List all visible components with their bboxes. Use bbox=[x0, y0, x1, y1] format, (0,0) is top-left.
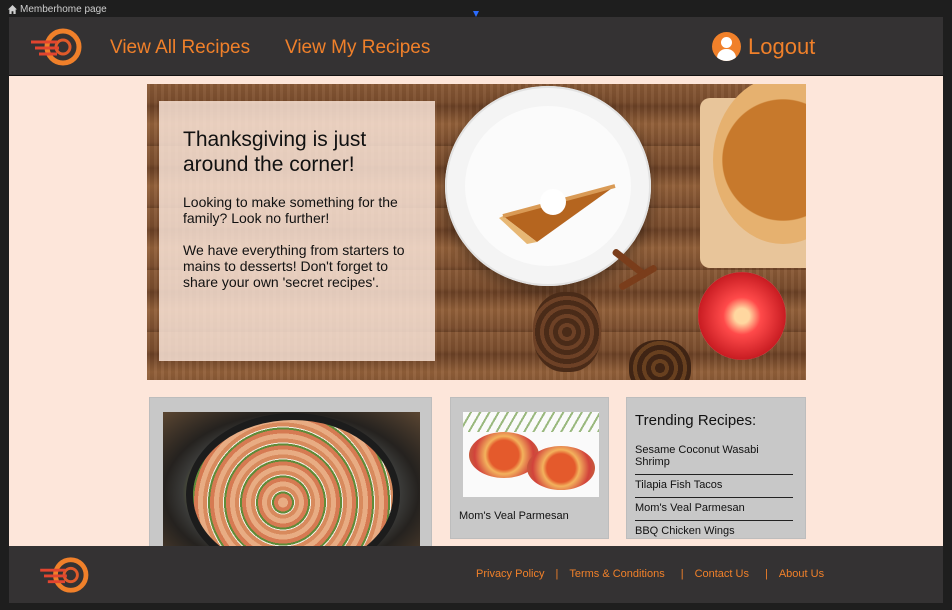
breadcrumb: Memberhome page bbox=[8, 4, 107, 15]
footer-link-contact[interactable]: Contact Us bbox=[695, 568, 749, 580]
hero-banner: Thanksgiving is just around the corner! … bbox=[147, 84, 806, 380]
user-icon bbox=[712, 32, 741, 61]
site-header: View All Recipes View My Recipes Logout bbox=[9, 17, 943, 76]
pinecone-image bbox=[629, 340, 691, 380]
recipe-card-caption[interactable]: Mom's Veal Parmesan bbox=[459, 510, 569, 522]
veal-parmesan-image[interactable] bbox=[463, 412, 599, 497]
home-icon bbox=[8, 5, 17, 14]
pinecone-image bbox=[533, 292, 601, 372]
trending-item[interactable]: BBQ Chicken Wings bbox=[635, 521, 793, 543]
footer-separator: | bbox=[555, 568, 559, 580]
site-footer: Privacy Policy | Terms & Conditions | Co… bbox=[9, 546, 943, 603]
logout-label: Logout bbox=[748, 33, 816, 59]
nav-view-my-recipes[interactable]: View My Recipes bbox=[285, 37, 430, 59]
hero-paragraph: We have everything from starters to main… bbox=[183, 242, 405, 290]
trending-item[interactable]: Mom's Veal Parmesan bbox=[635, 498, 793, 521]
hero-paragraph: Looking to make something for the family… bbox=[183, 194, 398, 226]
logo-icon[interactable] bbox=[37, 554, 93, 596]
trending-title: Trending Recipes: bbox=[635, 412, 757, 429]
footer-separator: | bbox=[680, 568, 684, 580]
trending-item[interactable]: Sesame Coconut Wasabi Shrimp bbox=[635, 440, 793, 475]
nav-view-all-recipes[interactable]: View All Recipes bbox=[110, 37, 250, 59]
footer-separator: | bbox=[764, 568, 768, 580]
footer-link-about[interactable]: About Us bbox=[779, 568, 824, 580]
featured-recipe-card[interactable] bbox=[149, 397, 432, 558]
footer-link-terms[interactable]: Terms & Conditions bbox=[569, 568, 664, 580]
hero-text-panel: Thanksgiving is just around the corner! … bbox=[159, 101, 435, 361]
trending-item[interactable]: Tilapia Fish Tacos bbox=[635, 475, 793, 498]
breadcrumb-label: Memberhome page bbox=[20, 4, 107, 15]
logout-button[interactable]: Logout bbox=[712, 32, 815, 61]
footer-links: Privacy Policy | Terms & Conditions | Co… bbox=[476, 568, 824, 580]
shrimp-dish-image[interactable] bbox=[163, 412, 420, 558]
pie-slice-image bbox=[499, 184, 616, 244]
page-frame: View All Recipes View My Recipes Logout … bbox=[9, 17, 943, 603]
hero-headline: Thanksgiving is just around the corner! bbox=[183, 128, 367, 176]
window-topbar: Memberhome page bbox=[0, 0, 952, 17]
candle-image bbox=[698, 272, 786, 360]
logo-icon[interactable] bbox=[29, 25, 85, 69]
trending-recipes-panel: Trending Recipes: Sesame Coconut Wasabi … bbox=[626, 397, 806, 539]
recipe-card[interactable]: Mom's Veal Parmesan bbox=[450, 397, 609, 539]
footer-link-privacy[interactable]: Privacy Policy bbox=[476, 568, 544, 580]
